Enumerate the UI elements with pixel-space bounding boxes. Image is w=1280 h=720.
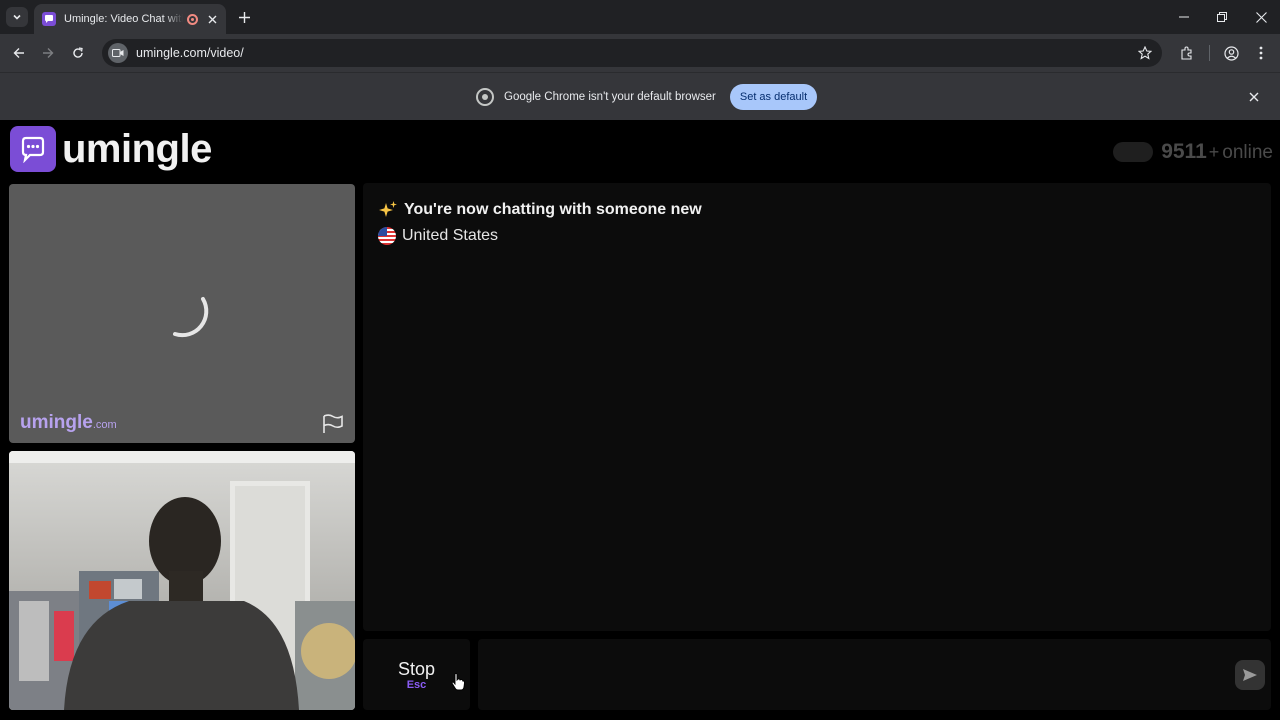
online-count: 9511 bbox=[1161, 140, 1207, 163]
record-icon bbox=[187, 13, 198, 25]
new-tab-button[interactable] bbox=[234, 8, 254, 26]
site-info-icon[interactable] bbox=[108, 43, 128, 63]
toolbar-separator bbox=[1209, 45, 1210, 61]
send-icon bbox=[1243, 669, 1257, 681]
cursor-icon bbox=[451, 673, 465, 691]
chat-log: You're now chatting with someone new Uni… bbox=[363, 183, 1271, 631]
system-message: You're now chatting with someone new Uni… bbox=[378, 199, 702, 249]
logo-text: umingle bbox=[62, 126, 212, 171]
reload-icon bbox=[73, 47, 83, 58]
default-browser-infobar: Google Chrome isn't your default browser… bbox=[0, 72, 1280, 120]
online-plus: + bbox=[1208, 142, 1220, 162]
system-message-text: You're now chatting with someone new bbox=[404, 201, 702, 218]
minimize-button[interactable] bbox=[1172, 6, 1196, 28]
stop-shortcut: Esc bbox=[406, 678, 427, 691]
close-icon bbox=[1249, 92, 1259, 102]
chrome-menu-button[interactable] bbox=[1250, 42, 1272, 64]
online-toggle[interactable] bbox=[1113, 142, 1154, 162]
tab-umingle[interactable]: Umingle: Video Chat with Strangers bbox=[34, 4, 226, 34]
umingle-watermark: umingle.com bbox=[20, 412, 117, 434]
flag-icon bbox=[323, 414, 343, 433]
profile-button[interactable] bbox=[1220, 42, 1242, 64]
message-input[interactable] bbox=[478, 639, 1271, 710]
star-icon bbox=[1138, 46, 1152, 60]
umingle-page: umingle 9511 + online umingle.com You're… bbox=[0, 120, 1280, 720]
address-bar[interactable]: umingle.com/video/ bbox=[102, 39, 1162, 67]
chat-bubble-icon bbox=[10, 126, 56, 172]
extensions-button[interactable] bbox=[1176, 42, 1198, 64]
restore-icon bbox=[1217, 12, 1227, 22]
report-button[interactable] bbox=[321, 412, 345, 436]
stop-label: Stop bbox=[397, 658, 436, 679]
send-button[interactable] bbox=[1235, 660, 1265, 690]
plus-icon bbox=[238, 11, 250, 23]
stranger-video: umingle.com bbox=[9, 184, 355, 443]
infobar-message: Google Chrome isn't your default browser bbox=[504, 91, 716, 103]
tab-title: Umingle: Video Chat with Strangers bbox=[64, 13, 183, 25]
profile-icon bbox=[1223, 45, 1239, 61]
browser-toolbar: umingle.com/video/ bbox=[0, 34, 1280, 72]
us-flag-icon bbox=[378, 227, 396, 245]
bookmark-button[interactable] bbox=[1134, 42, 1156, 64]
set-as-default-button[interactable]: Set as default bbox=[729, 84, 818, 110]
window-close-button[interactable] bbox=[1249, 6, 1273, 28]
self-video bbox=[9, 451, 355, 710]
online-label: online bbox=[1222, 142, 1273, 163]
reload-button[interactable] bbox=[67, 42, 89, 64]
watermark-main: umingle bbox=[20, 412, 93, 433]
self-camera-feed bbox=[9, 451, 355, 710]
back-arrow-icon bbox=[13, 48, 24, 58]
chrome-icon bbox=[476, 88, 494, 106]
back-button[interactable] bbox=[8, 42, 30, 64]
tab-search-icon[interactable] bbox=[6, 7, 28, 27]
menu-icon bbox=[1259, 46, 1263, 60]
extensions-icon bbox=[1181, 46, 1192, 60]
forward-button[interactable] bbox=[37, 42, 59, 64]
url-text: umingle.com/video/ bbox=[136, 46, 244, 60]
minimize-icon bbox=[1179, 16, 1189, 18]
chat-bubble-icon bbox=[42, 12, 56, 26]
forward-arrow-icon bbox=[43, 48, 54, 58]
online-counter: 9511 + online bbox=[1113, 140, 1273, 164]
close-icon bbox=[1255, 11, 1267, 23]
watermark-suffix: .com bbox=[92, 419, 117, 431]
site-logo[interactable]: umingle bbox=[10, 126, 212, 172]
restore-button[interactable] bbox=[1210, 6, 1234, 28]
spinner-icon bbox=[173, 297, 209, 338]
tab-strip: Umingle: Video Chat with Strangers bbox=[0, 0, 1280, 34]
infobar-close-button[interactable] bbox=[1246, 89, 1262, 105]
stranger-country: United States bbox=[402, 227, 499, 244]
sparkle-icon bbox=[379, 201, 397, 217]
close-icon[interactable] bbox=[204, 11, 220, 27]
